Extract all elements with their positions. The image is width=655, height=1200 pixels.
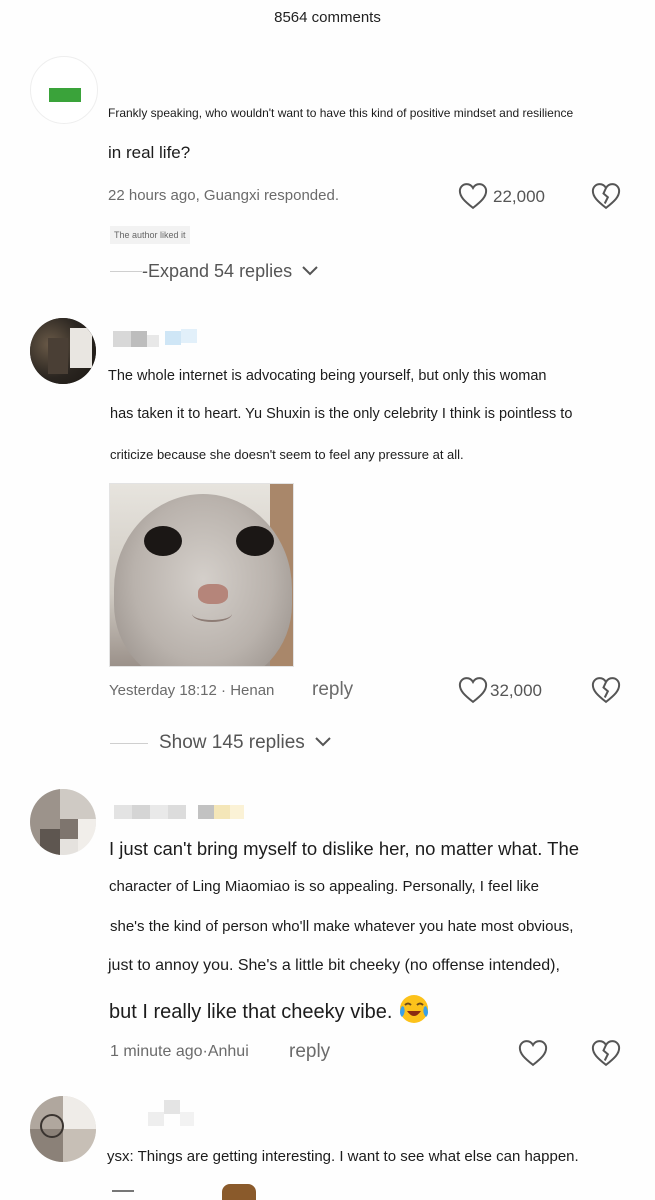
- expand-replies-label: -Expand 54 replies: [142, 261, 293, 281]
- broken-heart-icon[interactable]: [591, 676, 621, 704]
- avatar[interactable]: [30, 789, 96, 855]
- broken-heart-icon[interactable]: [591, 1039, 621, 1067]
- reply-button[interactable]: reply: [312, 679, 353, 701]
- show-replies-label: Show 145 replies: [159, 732, 305, 753]
- comment-text-line: has taken it to heart. Yu Shuxin is the …: [110, 406, 573, 422]
- comment-text-line: but I really like that cheeky vibe.: [109, 993, 430, 1025]
- comment-text-line: I just can't bring myself to dislike her…: [109, 838, 580, 859]
- comment-image-cat[interactable]: [109, 483, 294, 667]
- expand-replies-button[interactable]: -Expand 54 replies: [142, 261, 319, 282]
- avatar[interactable]: [30, 318, 96, 384]
- avatar[interactable]: [30, 1096, 96, 1162]
- comment-count: 8564 comments: [274, 9, 381, 26]
- comment-text-line: ysx: Things are getting interesting. I w…: [107, 1148, 579, 1165]
- like-count: 22,000: [493, 187, 545, 206]
- comment-text-line: just to annoy you. She's a little bit ch…: [108, 957, 560, 974]
- divider: [110, 271, 142, 272]
- comment-meta: 22 hours ago, Guangxi responded.: [108, 187, 339, 204]
- comment-text-line: The whole internet is advocating being y…: [108, 368, 547, 384]
- crying-laughing-emoji: [400, 995, 429, 1023]
- broken-heart-icon[interactable]: [591, 182, 621, 210]
- username-pixelated[interactable]: [148, 1100, 218, 1130]
- heart-outline-icon[interactable]: [458, 182, 488, 210]
- chevron-down-icon: [302, 266, 318, 276]
- comment-text-span: but I really like that cheeky vibe.: [109, 1001, 393, 1023]
- divider: [110, 743, 148, 744]
- comment-text-line: Frankly speaking, who wouldn't want to h…: [108, 106, 574, 120]
- comment-text-line: criticize because she doesn't seem to fe…: [110, 447, 464, 462]
- like-count: 32,000: [490, 681, 542, 700]
- comment-text-line: she's the kind of person who'll make wha…: [110, 918, 574, 935]
- username-pixelated[interactable]: [113, 329, 203, 349]
- comment-meta: 1 minute ago·Anhui: [110, 1043, 249, 1060]
- heart-outline-icon[interactable]: [518, 1039, 548, 1067]
- chevron-down-icon: [315, 737, 331, 747]
- author-liked-badge: The author liked it: [110, 226, 190, 244]
- next-item-cropped: [112, 1182, 272, 1200]
- comment-text-line: in real life?: [108, 143, 191, 162]
- avatar[interactable]: [30, 56, 98, 124]
- heart-outline-icon[interactable]: [458, 676, 488, 704]
- show-replies-button[interactable]: Show 145 replies: [159, 732, 332, 754]
- username-pixelated[interactable]: [114, 803, 249, 821]
- comment-text-line: character of Ling Miaomiao is so appeali…: [109, 878, 539, 895]
- comment-meta: Yesterday 18:12 · Henan: [109, 682, 275, 699]
- reply-button[interactable]: reply: [289, 1041, 330, 1063]
